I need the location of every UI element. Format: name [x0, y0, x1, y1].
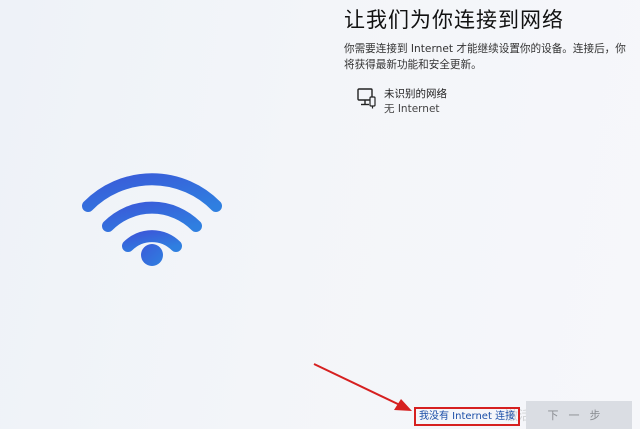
no-internet-link[interactable]: 我没有 Internet 连接	[414, 407, 521, 426]
page-title: 让我们为你连接到网络	[344, 8, 564, 32]
network-monitor-icon	[357, 88, 376, 109]
wifi-illustration	[72, 150, 232, 280]
wifi-icon	[82, 173, 222, 266]
network-name: 未识别的网络	[384, 88, 447, 100]
network-status: 无 Internet	[384, 103, 440, 115]
network-list-item[interactable]: 未识别的网络 无 Internet	[356, 87, 447, 117]
next-button[interactable]: 下一步	[526, 401, 632, 429]
page-description: 你需要连接到 Internet 才能继续设置你的设备。连接后，你将获得最新功能和…	[344, 43, 626, 71]
annotation-arrow	[313, 363, 412, 411]
